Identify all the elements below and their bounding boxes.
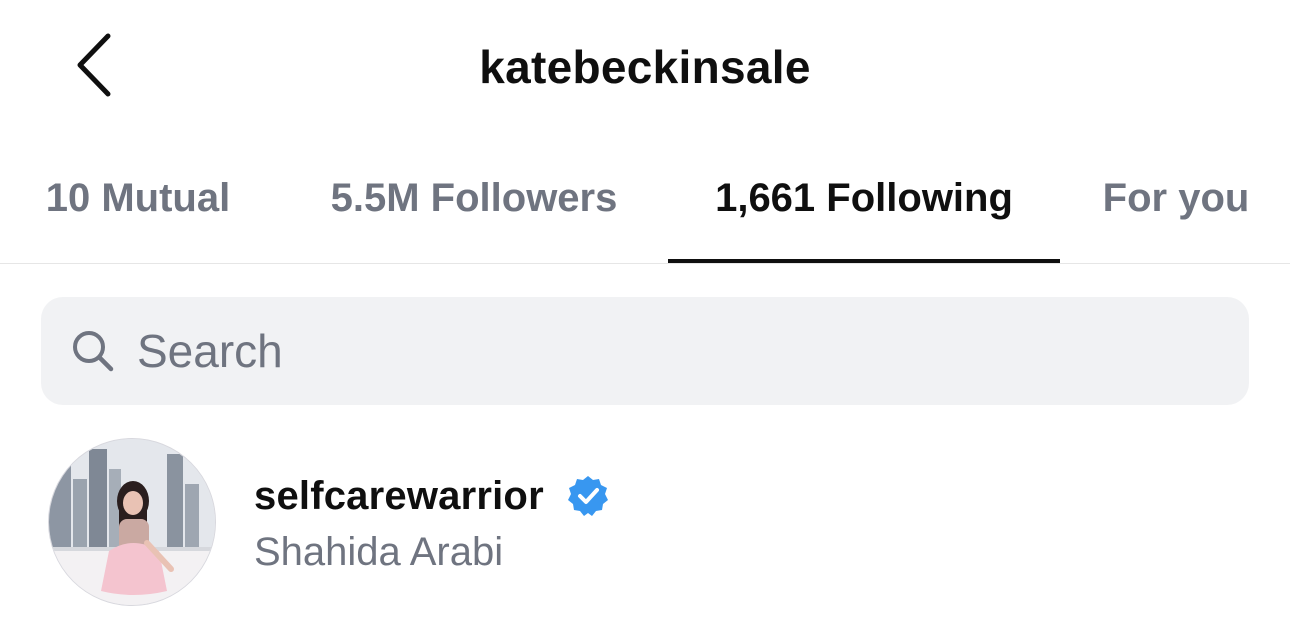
list-item[interactable]: selfcarewarrior Shahida Arabi	[0, 430, 1290, 620]
tab-mutual[interactable]: 10 Mutual	[20, 150, 256, 263]
page-title: katebeckinsale	[479, 41, 811, 93]
account-username: selfcarewarrior	[254, 474, 544, 518]
header-bar: katebeckinsale	[0, 0, 1290, 135]
avatar[interactable]	[48, 438, 216, 606]
account-full-name: Shahida Arabi	[254, 530, 504, 574]
search-input[interactable]	[137, 297, 1227, 405]
tab-followers[interactable]: 5.5M Followers	[296, 150, 652, 263]
verified-badge-icon	[568, 476, 608, 516]
profile-photo-image	[49, 439, 215, 605]
tab-following[interactable]: 1,661 Following	[668, 150, 1060, 263]
tab-for-you[interactable]: For you	[1080, 150, 1272, 263]
tab-bar: 10 Mutual 5.5M Followers 1,661 Following…	[0, 150, 1290, 264]
search-bar[interactable]	[41, 297, 1249, 405]
search-icon	[73, 331, 114, 372]
